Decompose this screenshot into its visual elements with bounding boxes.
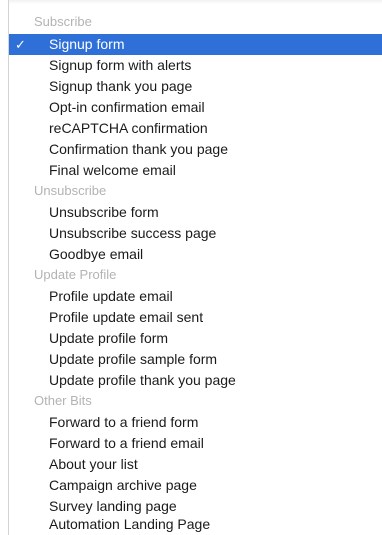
menu-item-label: Unsubscribe success page (49, 225, 217, 241)
menu-item-label: Update profile thank you page (49, 372, 236, 388)
menu-item-signup-form-with-alerts[interactable]: Signup form with alerts (9, 55, 382, 76)
menu-item-label: Signup thank you page (49, 78, 193, 94)
group-header-subscribe: Subscribe (34, 14, 92, 29)
menu-item-label: Survey landing page (49, 498, 177, 514)
group-header-other-bits: Other Bits (34, 393, 92, 408)
menu-item-profile-update-email[interactable]: Profile update email (9, 286, 382, 307)
menu-item-opt-in-confirmation-email[interactable]: Opt-in confirmation email (9, 97, 382, 118)
menu-item-label: Goodbye email (49, 246, 144, 262)
menu-item-confirmation-thank-you-page[interactable]: Confirmation thank you page (9, 139, 382, 160)
menu-item-label: Unsubscribe form (49, 204, 159, 220)
menu-item-label: Forward to a friend form (49, 414, 199, 430)
menu-item-profile-update-email-sent[interactable]: Profile update email sent (9, 307, 382, 328)
menu-item-signup-thank-you-page[interactable]: Signup thank you page (9, 76, 382, 97)
menu-item-forward-to-a-friend-form[interactable]: Forward to a friend form (9, 412, 382, 433)
dropdown-menu: Subscribe ✓ Signup form Signup form with… (8, 0, 382, 535)
menu-item-unsubscribe-form[interactable]: Unsubscribe form (9, 202, 382, 223)
menu-item-recaptcha-confirmation[interactable]: reCAPTCHA confirmation (9, 118, 382, 139)
menu-item-label: Automation Landing Page (49, 516, 211, 532)
menu-item-automation-landing-page[interactable]: Automation Landing Page (9, 514, 382, 535)
menu-item-label: Profile update email (49, 288, 173, 304)
menu-item-label: About your list (49, 456, 138, 472)
menu-item-signup-form[interactable]: ✓ Signup form (9, 34, 382, 55)
menu-item-label: Signup form (49, 36, 125, 52)
menu-item-update-profile-sample-form[interactable]: Update profile sample form (9, 349, 382, 370)
menu-item-update-profile-thank-you-page[interactable]: Update profile thank you page (9, 370, 382, 391)
menu-item-campaign-archive-page[interactable]: Campaign archive page (9, 475, 382, 496)
menu-item-unsubscribe-success-page[interactable]: Unsubscribe success page (9, 223, 382, 244)
menu-item-label: Final welcome email (49, 162, 176, 178)
menu-item-label: Profile update email sent (49, 309, 204, 325)
menu-item-update-profile-form[interactable]: Update profile form (9, 328, 382, 349)
menu-item-label: Opt-in confirmation email (49, 99, 205, 115)
menu-item-label: Confirmation thank you page (49, 141, 228, 157)
menu-item-label: Update profile sample form (49, 351, 218, 367)
menu-item-goodbye-email[interactable]: Goodbye email (9, 244, 382, 265)
menu-item-label: Campaign archive page (49, 477, 197, 493)
menu-item-final-welcome-email[interactable]: Final welcome email (9, 160, 382, 181)
menu-item-label: Update profile form (49, 330, 169, 346)
group-header-unsubscribe: Unsubscribe (34, 183, 107, 198)
menu-item-label: Signup form with alerts (49, 57, 192, 73)
menu-item-about-your-list[interactable]: About your list (9, 454, 382, 475)
menu-item-label: Forward to a friend email (49, 435, 204, 451)
checkmark-icon: ✓ (15, 37, 26, 52)
menu-item-forward-to-a-friend-email[interactable]: Forward to a friend email (9, 433, 382, 454)
group-header-update-profile: Update Profile (34, 267, 117, 282)
menu-item-label: reCAPTCHA confirmation (49, 120, 208, 136)
